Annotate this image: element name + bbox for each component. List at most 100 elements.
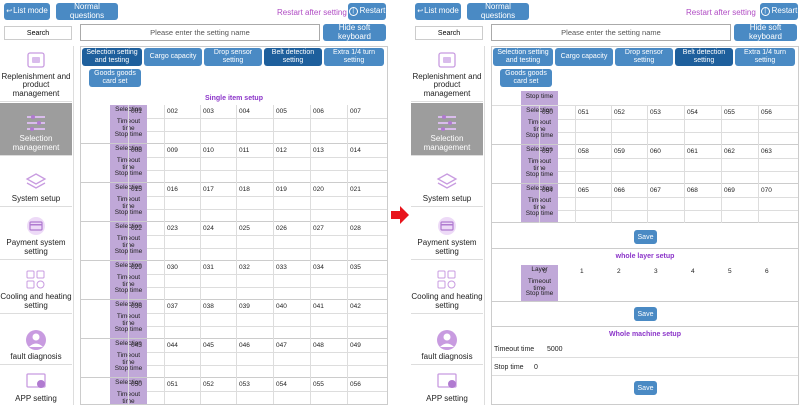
selection-slot[interactable]: 050	[542, 109, 553, 116]
tab-cargo-capacity[interactable]: Cargo capacity	[555, 48, 613, 66]
selection-slot[interactable]: 008	[131, 147, 142, 154]
selection-slot[interactable]: 035	[350, 264, 361, 271]
sidebar-item-payment[interactable]: Payment system setting	[411, 208, 483, 260]
sidebar-item-system[interactable]: System setup	[411, 157, 483, 207]
selection-slot[interactable]: 053	[239, 381, 250, 388]
restart-button[interactable]: | Restart	[760, 3, 798, 20]
selection-slot[interactable]: 037	[167, 303, 178, 310]
selection-slot[interactable]: 050	[131, 381, 142, 388]
selection-slot[interactable]: 057	[542, 148, 553, 155]
selection-slot[interactable]: 049	[350, 342, 361, 349]
normal-questions-button[interactable]: Normal questions	[467, 2, 529, 20]
selection-slot[interactable]: 042	[350, 303, 361, 310]
search-input[interactable]: Please enter the setting name	[491, 24, 731, 41]
sidebar-item-replenishment[interactable]: Replenishment and product management	[411, 46, 483, 102]
selection-slot[interactable]: 036	[131, 303, 142, 310]
tab-selection-setting[interactable]: Selection setting and testing	[493, 48, 553, 66]
selection-slot[interactable]: 066	[614, 187, 625, 194]
selection-slot[interactable]: 026	[276, 225, 287, 232]
selection-slot[interactable]: 022	[131, 225, 142, 232]
selection-slot[interactable]: 034	[313, 264, 324, 271]
selection-slot[interactable]: 003	[203, 108, 214, 115]
layer-number[interactable]: 6	[765, 268, 769, 275]
selection-slot[interactable]: 052	[203, 381, 214, 388]
list-mode-button[interactable]: ↩ List mode	[415, 3, 461, 20]
selection-slot[interactable]: 002	[167, 108, 178, 115]
tab-extra-turn[interactable]: Extra 1/4 turn setting	[735, 48, 795, 66]
selection-slot[interactable]: 052	[614, 109, 625, 116]
selection-slot[interactable]: 001	[131, 108, 142, 115]
selection-slot[interactable]: 056	[350, 381, 361, 388]
selection-slot[interactable]: 051	[578, 109, 589, 116]
selection-slot[interactable]: 030	[167, 264, 178, 271]
layer-number[interactable]: 3	[654, 268, 658, 275]
selection-slot[interactable]: 055	[313, 381, 324, 388]
selection-slot[interactable]: 046	[239, 342, 250, 349]
selection-slot[interactable]: 067	[650, 187, 661, 194]
selection-slot[interactable]: 061	[687, 148, 698, 155]
selection-slot[interactable]: 023	[167, 225, 178, 232]
sidebar-item-system[interactable]: System setup	[0, 157, 72, 207]
selection-slot[interactable]: 018	[239, 186, 250, 193]
selection-slot[interactable]: 043	[131, 342, 142, 349]
timeout-input[interactable]: 5000	[547, 346, 792, 353]
tab-drop-sensor[interactable]: Drop sensor setting	[615, 48, 673, 66]
selection-slot[interactable]: 033	[276, 264, 287, 271]
selection-slot[interactable]: 063	[761, 148, 772, 155]
selection-slot[interactable]: 015	[131, 186, 142, 193]
sidebar-item-fault[interactable]: fault diagnosis	[411, 315, 483, 365]
tab-belt-detection[interactable]: Belt detection setting	[264, 48, 322, 66]
selection-slot[interactable]: 019	[276, 186, 287, 193]
layer-number[interactable]: 4	[691, 268, 695, 275]
sidebar-item-cooling[interactable]: Cooling and heating setting	[0, 261, 72, 314]
selection-slot[interactable]: 013	[313, 147, 324, 154]
selection-slot[interactable]: 027	[313, 225, 324, 232]
tab-cargo-capacity[interactable]: Cargo capacity	[144, 48, 202, 66]
selection-slot[interactable]: 014	[350, 147, 361, 154]
list-mode-button[interactable]: ↩ List mode	[4, 3, 50, 20]
selection-slot[interactable]: 058	[578, 148, 589, 155]
selection-slot[interactable]: 006	[313, 108, 324, 115]
selection-slot[interactable]: 053	[650, 109, 661, 116]
tab-goods-card[interactable]: Goods goods card set	[89, 69, 141, 87]
selection-slot[interactable]: 051	[167, 381, 178, 388]
tab-extra-turn[interactable]: Extra 1/4 turn setting	[324, 48, 384, 66]
selection-slot[interactable]: 054	[276, 381, 287, 388]
sidebar-item-selection[interactable]: Selection management	[411, 103, 483, 156]
selection-slot[interactable]: 065	[578, 187, 589, 194]
selection-slot[interactable]: 010	[203, 147, 214, 154]
layer-number[interactable]: 2	[617, 268, 621, 275]
layer-number[interactable]: 1	[580, 268, 584, 275]
sidebar-item-payment[interactable]: Payment system setting	[0, 208, 72, 260]
sidebar-item-fault[interactable]: fault diagnosis	[0, 315, 72, 365]
selection-slot[interactable]: 017	[203, 186, 214, 193]
sidebar-item-app[interactable]: APP setting	[0, 366, 72, 405]
selection-slot[interactable]: 054	[687, 109, 698, 116]
hide-keyboard-button[interactable]: Hide soft keyboard	[734, 23, 797, 41]
selection-slot[interactable]: 062	[724, 148, 735, 155]
selection-slot[interactable]: 009	[167, 147, 178, 154]
sidebar-item-selection[interactable]: Selection management	[0, 103, 72, 156]
save-button[interactable]: Save	[634, 307, 657, 321]
selection-slot[interactable]: 038	[203, 303, 214, 310]
save-button[interactable]: Save	[634, 381, 657, 395]
normal-questions-button[interactable]: Normal questions	[56, 2, 118, 20]
selection-slot[interactable]: 040	[276, 303, 287, 310]
tab-goods-card[interactable]: Goods goods card set	[500, 69, 552, 87]
selection-slot[interactable]: 044	[167, 342, 178, 349]
selection-slot[interactable]: 068	[687, 187, 698, 194]
selection-slot[interactable]: 064	[542, 187, 553, 194]
selection-slot[interactable]: 048	[313, 342, 324, 349]
stop-time-input[interactable]: 0	[534, 364, 789, 371]
layer-number[interactable]: 5	[728, 268, 732, 275]
selection-slot[interactable]: 070	[761, 187, 772, 194]
search-input[interactable]: Please enter the setting name	[80, 24, 320, 41]
sidebar-item-app[interactable]: APP setting	[411, 366, 483, 405]
selection-slot[interactable]: 059	[614, 148, 625, 155]
selection-slot[interactable]: 056	[761, 109, 772, 116]
tab-selection-setting[interactable]: Selection setting and testing	[82, 48, 142, 66]
layer-number[interactable]: 0	[543, 268, 547, 275]
selection-slot[interactable]: 041	[313, 303, 324, 310]
tab-belt-detection[interactable]: Belt detection setting	[675, 48, 733, 66]
selection-slot[interactable]: 004	[239, 108, 250, 115]
